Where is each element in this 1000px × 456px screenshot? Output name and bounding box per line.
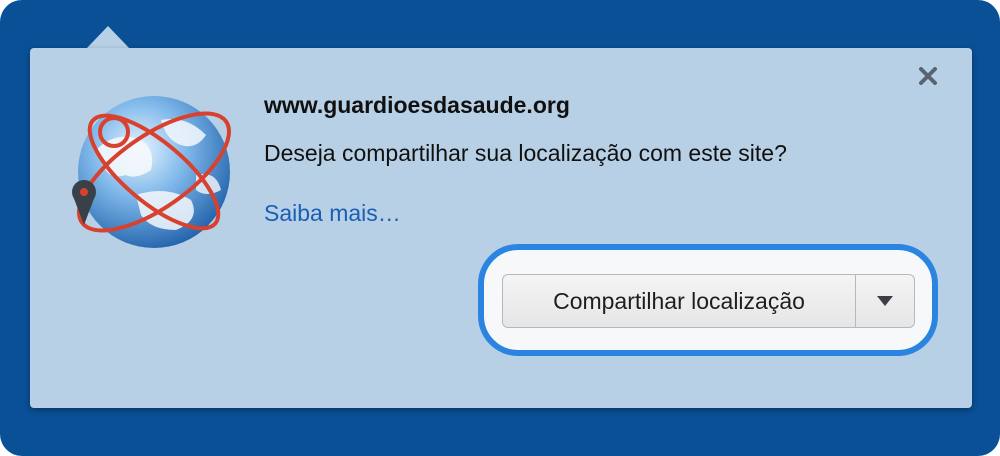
site-url: www.guardioesdasaude.org	[264, 92, 570, 118]
triangle-down-icon	[877, 296, 893, 306]
share-options-dropdown-button[interactable]	[856, 275, 914, 327]
close-button[interactable]	[914, 62, 942, 90]
share-location-button[interactable]: Compartilhar localização	[503, 275, 856, 327]
permission-question: Deseja compartilhar sua localização com …	[264, 140, 787, 166]
close-icon	[919, 67, 937, 85]
learn-more-link[interactable]: Saiba mais…	[264, 200, 401, 227]
geolocation-prompt-window: www.guardioesdasaude.org Deseja comparti…	[0, 0, 1000, 456]
share-location-split-button: Compartilhar localização	[502, 274, 915, 328]
globe-location-icon	[72, 96, 231, 248]
panel-anchor-arrow	[86, 26, 130, 49]
